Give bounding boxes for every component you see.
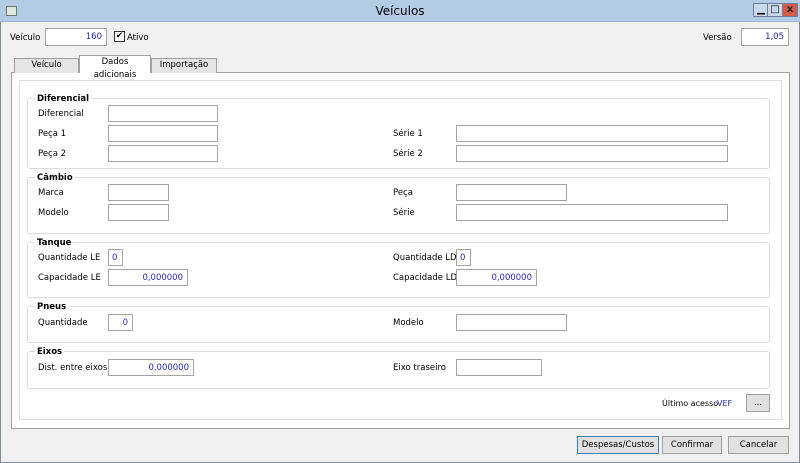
cambio-serie-input[interactable]	[456, 204, 728, 221]
peca1-input[interactable]	[108, 125, 218, 142]
cap-le-input[interactable]: 0,000000	[108, 269, 188, 286]
ellipsis-button[interactable]: ...	[746, 394, 770, 412]
pneus-quantidade-label: Quantidade	[38, 318, 88, 328]
group-title: Câmbio	[35, 173, 75, 183]
pneus-modelo-input[interactable]	[456, 314, 567, 331]
tab-veiculo[interactable]: Veículo	[14, 58, 79, 73]
serie1-input[interactable]	[456, 125, 728, 142]
pneus-modelo-label: Modelo	[393, 318, 424, 328]
cambio-peca-input[interactable]	[456, 184, 567, 201]
cambio-peca-label: Peça	[393, 188, 413, 198]
group-title: Tanque	[35, 238, 74, 248]
marca-label: Marca	[38, 188, 64, 198]
serie1-label: Série 1	[393, 129, 423, 139]
group-title: Diferencial	[35, 94, 92, 104]
eixo-traseiro-input[interactable]	[456, 359, 542, 376]
modelo-label: Modelo	[38, 208, 69, 218]
ultimo-acesso-label: Último acesso	[662, 399, 719, 408]
diferencial-label: Diferencial	[38, 109, 84, 119]
cap-ld-label: Capacidade LD	[393, 273, 457, 283]
cambio-serie-label: Série	[393, 208, 415, 218]
cancelar-button[interactable]: Cancelar	[728, 436, 789, 454]
cap-le-label: Capacidade LE	[38, 273, 101, 283]
qtd-ld-input[interactable]: 0	[456, 249, 471, 266]
group-title: Eixos	[35, 347, 65, 357]
veiculo-input[interactable]: 160	[45, 28, 107, 46]
dist-eixos-label: Dist. entre eixos	[38, 363, 108, 373]
qtd-le-input[interactable]: 0	[108, 249, 123, 266]
pneus-quantidade-input[interactable]: 0	[108, 314, 133, 331]
diferencial-input[interactable]	[108, 105, 218, 122]
window-title: Veículos	[375, 4, 425, 18]
peca2-label: Peça 2	[38, 149, 67, 159]
ativo-label: Ativo	[127, 33, 149, 43]
ativo-checkbox[interactable]: ✔	[114, 31, 125, 42]
cap-ld-input[interactable]: 0,000000	[456, 269, 537, 286]
dist-eixos-input[interactable]: 0,000000	[108, 359, 194, 376]
versao-input[interactable]: 1,05	[741, 28, 789, 46]
despesas-custos-button[interactable]: Despesas/Custos	[577, 436, 659, 454]
peca1-label: Peça 1	[38, 129, 67, 139]
qtd-ld-label: Quantidade LD	[393, 253, 457, 263]
peca2-input[interactable]	[108, 145, 218, 162]
marca-input[interactable]	[108, 184, 169, 201]
modelo-input[interactable]	[108, 204, 169, 221]
veiculo-label: Veículo	[10, 33, 41, 43]
ultimo-acesso-value: VEF	[717, 399, 733, 408]
tab-importacao[interactable]: Importação	[151, 58, 217, 73]
serie2-label: Série 2	[393, 149, 423, 159]
close-button[interactable]: x	[782, 3, 798, 17]
maximize-button[interactable]: □	[767, 3, 783, 17]
tab-dados-adicionais[interactable]: Dados adicionais	[79, 55, 151, 80]
serie2-input[interactable]	[456, 145, 728, 162]
confirmar-button[interactable]: Confirmar	[662, 436, 722, 454]
versao-label: Versão	[703, 33, 732, 43]
qtd-le-label: Quantidade LE	[38, 253, 101, 263]
eixo-traseiro-label: Eixo traseiro	[393, 363, 446, 373]
group-title: Pneus	[35, 302, 69, 312]
